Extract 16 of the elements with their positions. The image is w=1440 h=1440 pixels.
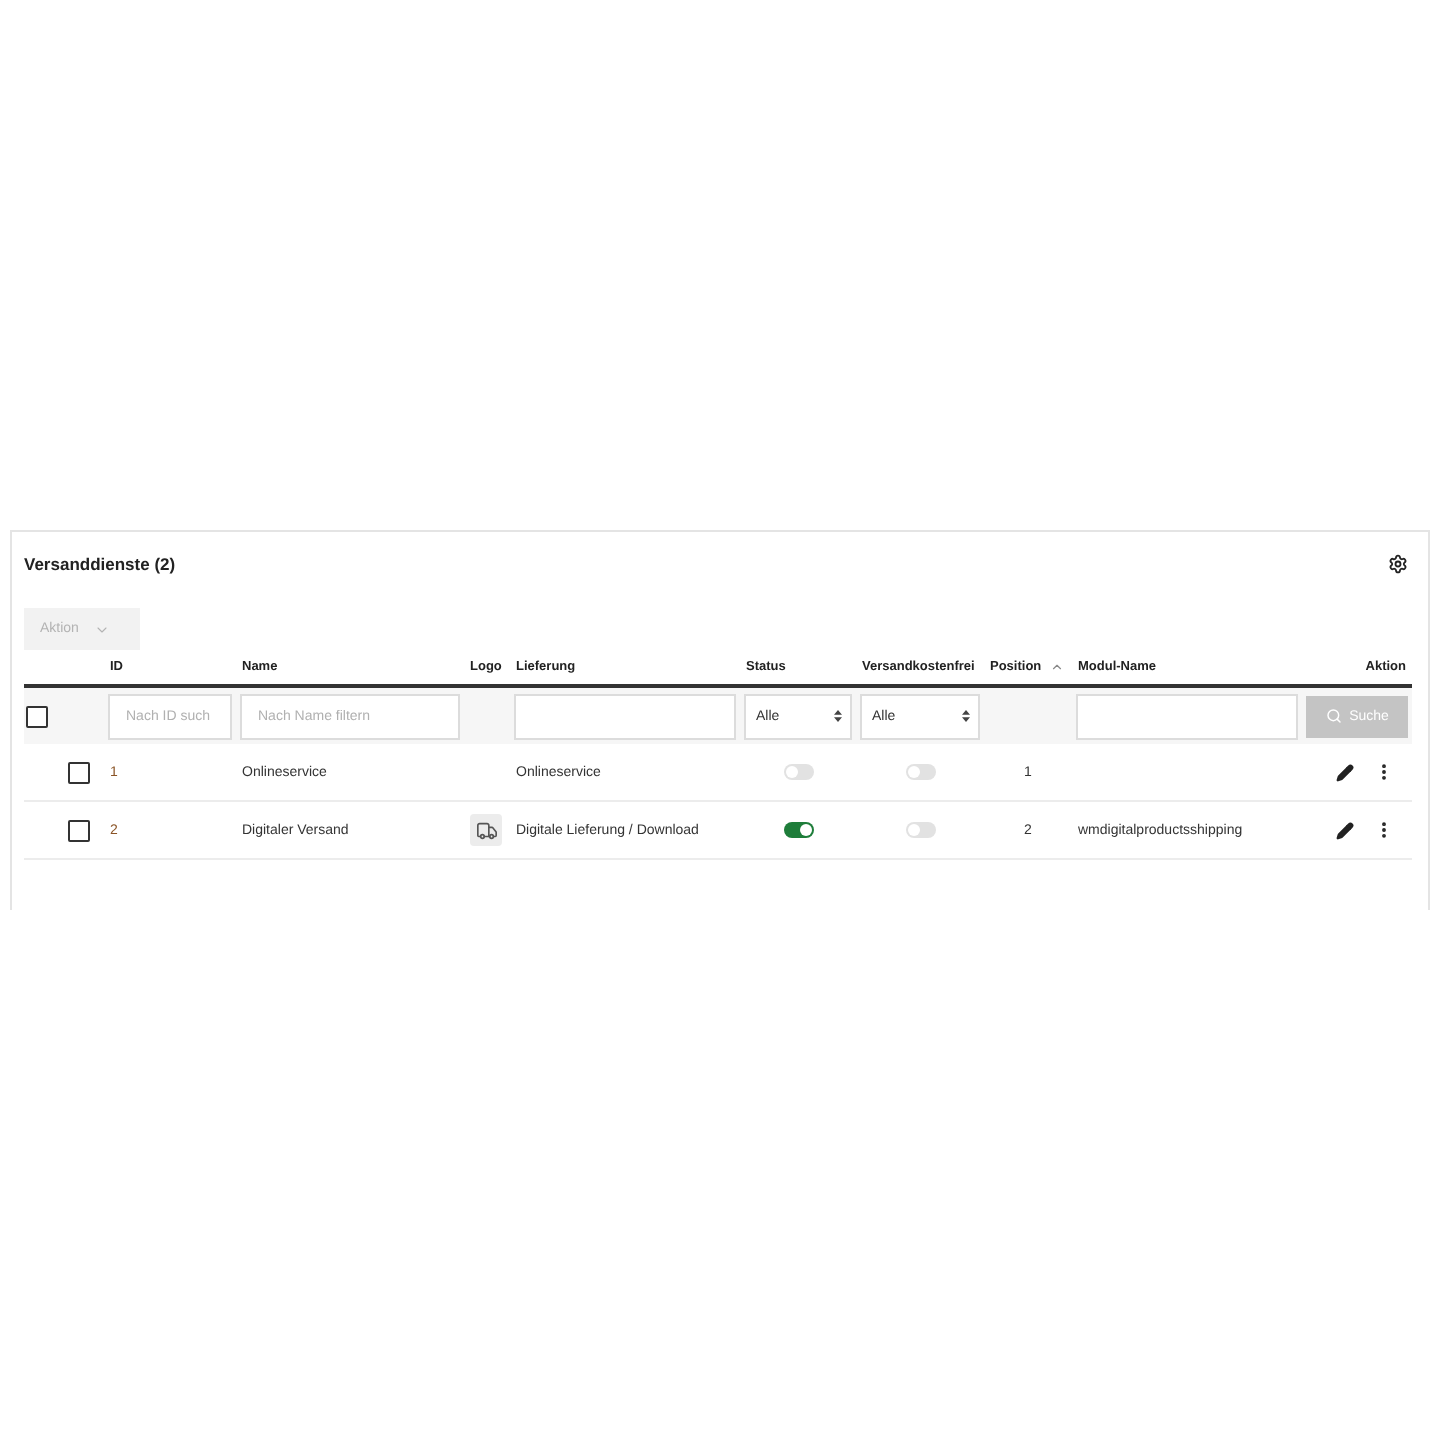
toggle-switch[interactable] — [905, 822, 935, 838]
toggle-switch[interactable] — [905, 764, 935, 780]
toggle-switch[interactable] — [783, 764, 813, 780]
settings-icon[interactable] — [1388, 553, 1408, 573]
toggle-switch[interactable] — [783, 822, 813, 838]
panel-title: Versanddienste (2) — [24, 553, 176, 573]
checkbox[interactable] — [68, 761, 90, 783]
updown-arrows-icon — [834, 710, 842, 722]
filter-field[interactable] — [514, 693, 736, 739]
filter-field[interactable] — [1076, 693, 1298, 739]
pencil-icon[interactable] — [1336, 763, 1354, 781]
updown-arrows-icon — [962, 710, 970, 722]
search-icon — [1325, 708, 1342, 724]
checkbox[interactable] — [68, 819, 90, 841]
checkbox[interactable] — [26, 705, 48, 727]
pencil-icon[interactable] — [1336, 821, 1354, 839]
